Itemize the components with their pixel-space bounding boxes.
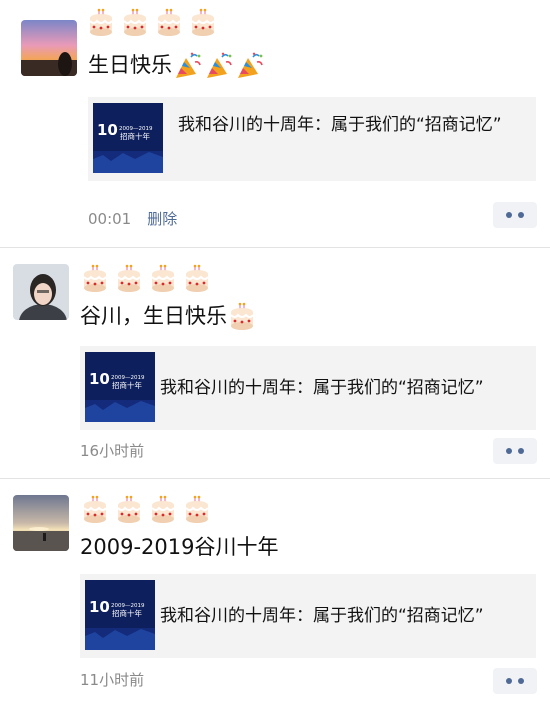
shared-article-card[interactable]: 10 2009—2019 招商十年 我和谷川的十周年：属于我们的“招商记忆” [80,346,536,430]
article-title: 我和谷川的十周年：属于我们的“招商记忆” [160,606,484,626]
article-title: 我和谷川的十周年：属于我们的“招商记忆” [160,378,484,398]
birthday-cake-icon [188,8,218,38]
more-dots-button[interactable] [493,202,537,228]
emoji-row [86,8,218,40]
more-dots-icon [518,448,524,454]
delete-link[interactable]: 删除 [147,210,177,228]
article-thumbnail: 10 2009—2019 招商十年 [93,103,163,173]
thumb-big-number: 10 [97,121,118,139]
shared-article-card[interactable]: 10 2009—2019 招商十年 我和谷川的十周年：属于我们的“招商记忆” [80,574,536,658]
thumb-title: 招商十年 [120,131,150,141]
post-meta: 16小时前 [80,440,144,461]
more-dots-icon [506,212,512,218]
post-text: 2009-2019谷川十年 [80,535,279,559]
article-title: 我和谷川的十周年：属于我们的“招商记忆” [178,115,502,135]
more-dots-button[interactable] [493,438,537,464]
avatar[interactable] [13,495,69,551]
more-dots-icon [506,448,512,454]
thumb-title: 招商十年 [112,380,142,390]
thumb-title: 招商十年 [112,608,142,618]
post-text: 谷川，生日快乐 [80,302,257,332]
avatar[interactable] [21,20,77,76]
birthday-cake-icon [86,8,116,38]
emoji-row [80,264,212,296]
more-dots-icon [518,212,524,218]
moment-post: 谷川，生日快乐 10 2009—2019 招商十年 我和谷川的十周年：属于我们的… [0,248,550,478]
article-thumbnail: 10 2009—2019 招商十年 [85,580,155,650]
post-time: 11小时前 [80,671,145,689]
birthday-cake-icon [148,264,178,294]
post-meta: 00:01 删除 [88,208,177,229]
shared-article-card[interactable]: 10 2009—2019 招商十年 我和谷川的十周年：属于我们的“招商记忆” [88,97,536,181]
birthday-cake-icon [182,495,212,525]
emoji-row [80,495,212,527]
birthday-cake-icon [148,495,178,525]
birthday-cake-icon [80,264,110,294]
post-time: 16小时前 [80,442,145,460]
birthday-cake-icon [120,8,150,38]
birthday-cake-icon [182,264,212,294]
birthday-cake-icon [227,302,257,332]
birthday-cake-icon [114,495,144,525]
party-popper-icon [235,52,265,80]
birthday-cake-icon [80,495,110,525]
party-popper-icon [204,52,234,80]
birthday-cake-icon [114,264,144,294]
more-dots-icon [506,678,512,684]
thumb-big-number: 10 [89,370,110,388]
post-text: 生日快乐 [88,51,265,80]
birthday-cake-icon [154,8,184,38]
avatar[interactable] [13,264,69,320]
article-thumbnail: 10 2009—2019 招商十年 [85,352,155,422]
party-popper-icon [173,52,203,80]
post-time: 00:01 [88,210,132,228]
post-meta: 11小时前 [80,669,144,690]
moment-post: 2009-2019谷川十年 10 2009—2019 招商十年 我和谷川的十周年… [0,479,550,711]
more-dots-button[interactable] [493,668,537,694]
more-dots-icon [518,678,524,684]
post-text-label: 谷川，生日快乐 [80,304,227,328]
thumb-big-number: 10 [89,598,110,616]
moment-post: 生日快乐 10 2009—2019 招商十年 我和谷川的十周年：属于我们的“招商… [0,0,550,247]
post-text-label: 生日快乐 [88,53,172,77]
